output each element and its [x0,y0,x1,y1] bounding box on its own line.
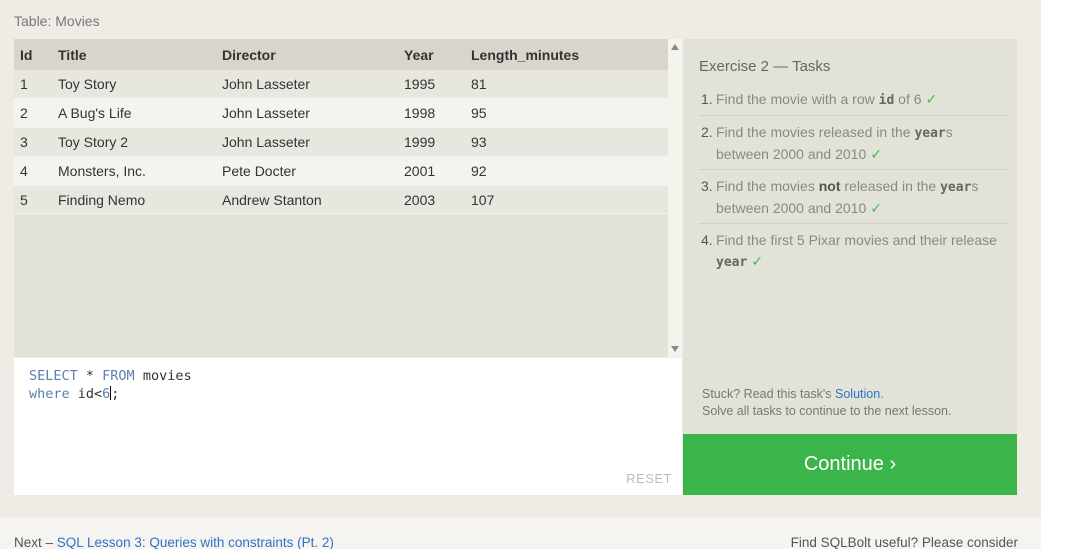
cell-title: Monsters, Inc. [58,156,222,186]
column-header-director: Director [222,39,404,70]
task-text: Find the movies [716,178,819,194]
sql-code[interactable]: SELECT * FROM movies where id<6; [29,367,192,403]
sql-keyword: FROM [102,368,135,384]
cell-year: 2003 [404,185,471,215]
task-item: 3. Find the movies not released in the y… [699,174,1009,224]
help-prefix: Stuck? Read this task's [702,387,836,401]
column-header-title: Title [58,39,222,70]
footer-promo-text: Find SQLBolt useful? Please consider [790,535,1018,549]
reset-button[interactable]: RESET [626,471,672,486]
cell-length: 93 [471,127,668,157]
task-number: 2. [701,124,713,140]
cell-year: 1995 [404,70,471,100]
table-row: 4 Monsters, Inc. Pete Docter 2001 92 [14,156,668,186]
task-number: 4. [701,232,713,248]
cell-year: 1999 [404,127,471,157]
task-code: year [914,126,946,141]
task-number: 1. [701,91,713,107]
cell-director: John Lasseter [222,98,404,129]
checkmark-icon: ✓ [925,91,938,107]
task-text: Find the movies released in the [716,124,915,140]
task-text: Find the first 5 Pixar movies and their … [716,232,997,248]
help-text: Stuck? Read this task's Solution. Solve … [702,386,951,420]
task-text: of 6 [894,91,922,107]
next-prefix: Next – [14,535,57,549]
task-code: year [940,180,972,195]
cell-title: Toy Story 2 [58,127,222,157]
next-lesson-link[interactable]: SQL Lesson 3: Queries with constraints (… [57,535,334,549]
cell-length: 95 [471,98,668,129]
sql-text: movies [134,368,192,384]
table-scrollbar[interactable] [668,39,682,357]
cell-length: 92 [471,156,668,186]
scroll-up-arrow-icon[interactable] [671,44,679,50]
tasks-panel: Exercise 2 — Tasks 1. Find the movie wit… [683,39,1017,435]
cell-director: John Lasseter [222,127,404,157]
cell-title: Finding Nemo [58,185,222,215]
help-line2: Solve all tasks to continue to the next … [702,404,952,418]
cell-length: 107 [471,185,668,215]
table-caption: Table: Movies [14,13,100,29]
table-row: 5 Finding Nemo Andrew Stanton 2003 107 [14,185,668,215]
cell-length: 81 [471,70,668,100]
checkmark-icon: ✓ [870,146,882,162]
next-lesson: Next – SQL Lesson 3: Queries with constr… [14,535,334,549]
table-header-row: Id Title Director Year Length_minutes [14,39,668,70]
cell-director: Andrew Stanton [222,185,404,215]
sql-number: 6 [102,386,111,402]
task-item: 1. Find the movie with a row id of 6 ✓ [699,87,1009,116]
table-row: 1 Toy Story John Lasseter 1995 81 [14,70,668,100]
sql-keyword: SELECT [29,368,78,384]
column-header-length-minutes: Length_minutes [471,39,668,70]
column-header-id: Id [14,39,58,70]
task-item: 4. Find the first 5 Pixar movies and the… [699,228,1009,277]
table-row: 2 A Bug's Life John Lasseter 1998 95 [14,98,668,129]
table-row: 3 Toy Story 2 John Lasseter 1999 93 [14,127,668,157]
checkmark-icon: ✓ [751,253,764,269]
sql-keyword: where [29,386,70,402]
cell-title: Toy Story [58,70,222,100]
sql-text: id< [69,386,103,402]
results-table: Id Title Director Year Length_minutes 1 … [14,39,668,215]
cell-director: John Lasseter [222,70,404,100]
task-code: year [716,255,748,270]
sql-editor[interactable]: SELECT * FROM movies where id<6; RESET [14,358,682,495]
task-emphasis: not [818,178,841,194]
cell-year: 2001 [404,156,471,186]
cell-title: A Bug's Life [58,98,222,129]
task-text: Find the movie with a row [716,91,879,107]
footer: Next – SQL Lesson 3: Queries with constr… [0,517,1041,549]
cell-id: 2 [14,98,58,129]
sql-text: ; [111,386,120,402]
cell-director: Pete Docter [222,156,404,186]
tasks-title: Exercise 2 — Tasks [699,58,831,75]
cell-year: 1998 [404,98,471,129]
cell-id: 3 [14,127,58,157]
tasks-list: 1. Find the movie with a row id of 6 ✓ 2.… [699,87,1009,281]
task-item: 2. Find the movies released in the years… [699,120,1009,170]
continue-button[interactable]: Continue › [683,434,1017,495]
results-table-panel: Id Title Director Year Length_minutes 1 … [14,39,682,357]
scroll-down-arrow-icon[interactable] [671,346,679,352]
task-number: 3. [701,178,713,194]
solution-link[interactable]: Solution [835,387,880,401]
cell-id: 4 [14,156,58,186]
checkmark-icon: ✓ [870,200,882,216]
right-gutter [1041,0,1081,549]
task-code: id [878,93,895,108]
cell-id: 5 [14,185,58,215]
task-text: released in the [840,178,941,194]
sql-text: * [77,368,103,384]
help-suffix: . [880,387,884,401]
cell-id: 1 [14,70,58,100]
column-header-year: Year [404,39,471,70]
